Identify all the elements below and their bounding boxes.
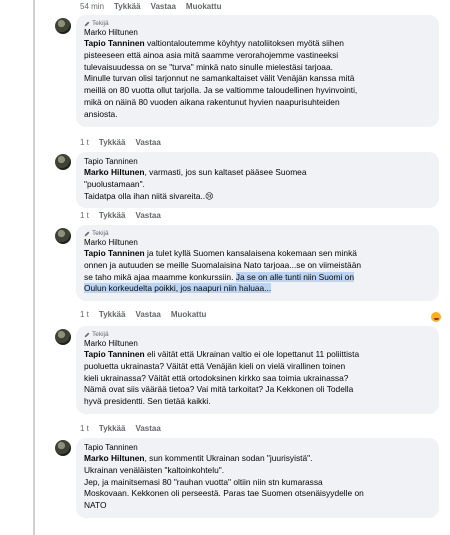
mention[interactable]: Marko Hiltunen xyxy=(84,167,145,177)
comment-actions: 1 t Tykkää Vastaa Muokattu xyxy=(80,310,206,319)
avatar[interactable] xyxy=(55,154,71,170)
timestamp[interactable]: 1 t xyxy=(80,310,89,319)
comment-actions: 1 t Tykkää Vastaa xyxy=(80,424,161,433)
comment-bubble: Tekijä Marko Hiltunen Tapio Tanninen val… xyxy=(76,15,439,127)
reply-button[interactable]: Vastaa xyxy=(135,138,160,147)
comment-author[interactable]: Marko Hiltunen xyxy=(84,339,431,348)
comment-bubble: Tekijä Marko Hiltunen Tapio Tanninen eli… xyxy=(76,326,439,414)
timestamp[interactable]: 1 t xyxy=(80,211,89,220)
pen-icon xyxy=(84,21,90,26)
reply-button[interactable]: Vastaa xyxy=(135,424,160,433)
mention[interactable]: Tapio Tanninen xyxy=(84,38,145,48)
timestamp[interactable]: 1 t xyxy=(80,424,89,433)
thread-line xyxy=(33,0,35,535)
badge-label: Tekijä xyxy=(92,331,109,338)
author-badge: Tekijä xyxy=(84,230,431,237)
comment-bubble: Tapio Tanninen Marko Hiltunen, sun komme… xyxy=(76,438,439,518)
like-button[interactable]: Tykkää xyxy=(114,2,141,11)
comment-author[interactable]: Marko Hiltunen xyxy=(84,238,431,247)
comment-actions: 1 t Tykkää Vastaa xyxy=(80,138,161,147)
timestamp[interactable]: 54 min xyxy=(80,2,104,11)
mention[interactable]: Marko Hiltunen xyxy=(84,453,145,463)
pen-icon xyxy=(84,231,90,236)
reply-button[interactable]: Vastaa xyxy=(135,310,160,319)
like-button[interactable]: Tykkää xyxy=(99,424,126,433)
reply-button[interactable]: Vastaa xyxy=(151,2,176,11)
comment-text: Tapio Tanninen eli väität että Ukrainan … xyxy=(84,349,360,407)
badge-label: Tekijä xyxy=(92,20,109,27)
comment-actions: 1 t Tykkää Vastaa xyxy=(80,211,161,220)
mention[interactable]: Tapio Tanninen xyxy=(84,349,145,359)
sad-reaction-icon[interactable] xyxy=(430,311,442,323)
selected-text: Ja se on alle tunti niin Suomi on xyxy=(235,271,355,282)
like-button[interactable]: Tykkää xyxy=(99,211,126,220)
avatar[interactable] xyxy=(55,228,71,244)
author-badge: Tekijä xyxy=(84,20,431,27)
comment-bubble: Tekijä Marko Hiltunen Tapio Tanninen ja … xyxy=(76,225,439,302)
comment-text: Marko Hiltunen, varmasti, jos sun kaltas… xyxy=(84,167,307,201)
comment-author[interactable]: Tapio Tanninen xyxy=(84,157,431,166)
avatar[interactable] xyxy=(55,329,71,345)
comment-author[interactable]: Marko Hiltunen xyxy=(84,28,431,37)
like-button[interactable]: Tykkää xyxy=(99,138,126,147)
comment-text: Tapio Tanninen valtiontaloutemme köyhtyy… xyxy=(84,38,358,119)
pen-icon xyxy=(84,332,90,337)
avatar[interactable] xyxy=(55,440,71,456)
comment-text: Tapio Tanninen ja tulet kyllä Suomen kan… xyxy=(84,248,362,294)
avatar[interactable] xyxy=(55,18,71,34)
timestamp[interactable]: 1 t xyxy=(80,138,89,147)
badge-label: Tekijä xyxy=(92,230,109,237)
comment-actions: 54 min Tykkää Vastaa Muokattu xyxy=(80,2,221,11)
comment-bubble: Tapio Tanninen Marko Hiltunen, varmasti,… xyxy=(76,152,439,209)
reply-button[interactable]: Vastaa xyxy=(135,211,160,220)
like-button[interactable]: Tykkää xyxy=(99,310,126,319)
comment-author[interactable]: Tapio Tanninen xyxy=(84,443,431,452)
author-badge: Tekijä xyxy=(84,331,431,338)
edited-label[interactable]: Muokattu xyxy=(186,2,222,11)
edited-label[interactable]: Muokattu xyxy=(171,310,207,319)
comment-text: Marko Hiltunen, sun kommentit Ukrainan s… xyxy=(84,453,364,511)
mention[interactable]: Tapio Tanninen xyxy=(84,248,145,258)
selected-text: Oulun korkeudelta poikki, jos naapuri ni… xyxy=(84,283,272,294)
